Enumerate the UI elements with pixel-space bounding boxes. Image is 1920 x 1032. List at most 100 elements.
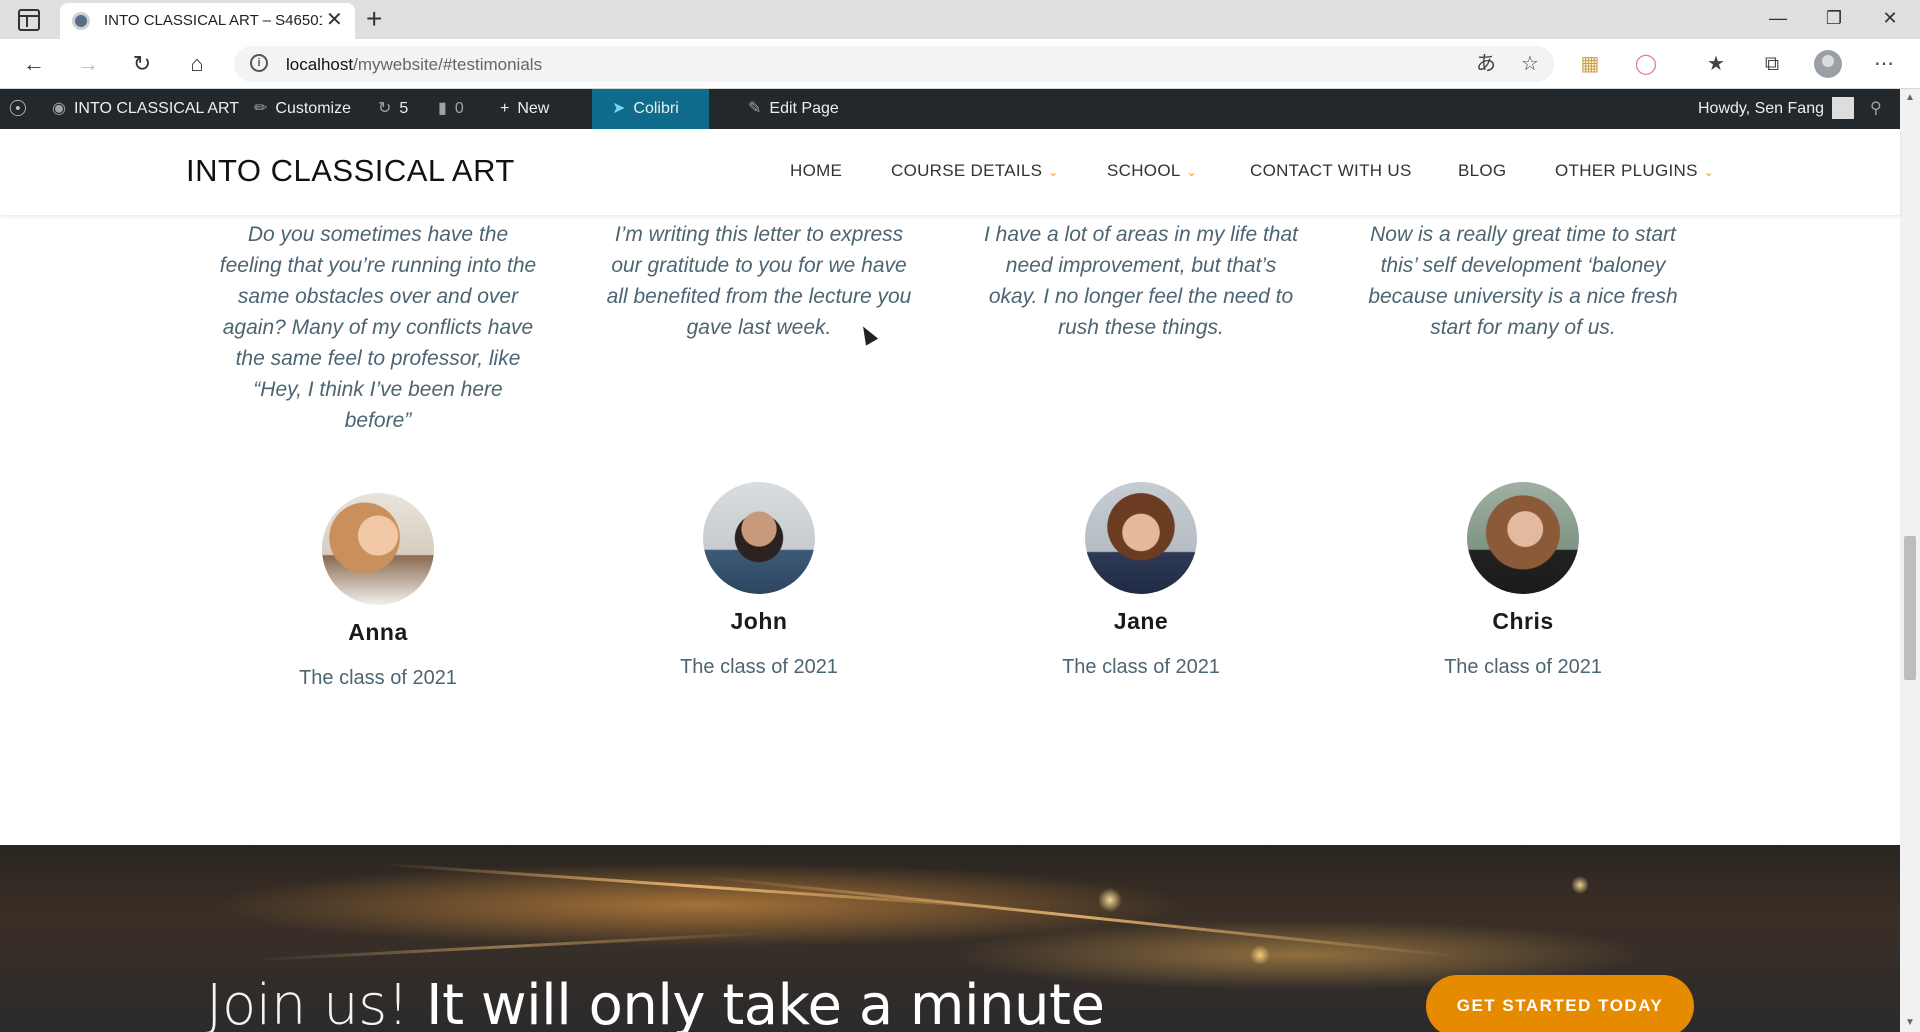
- wordpress-favicon-icon: [72, 12, 90, 30]
- avatar-anna: [322, 493, 434, 605]
- home-icon[interactable]: ⌂: [183, 50, 211, 78]
- colibri-bird-icon: ➤: [612, 100, 626, 117]
- menu-item-course-details[interactable]: COURSE DETAILS ⌄: [891, 161, 1059, 181]
- menu-item-home[interactable]: HOME: [790, 161, 842, 181]
- testimonial-quote: I’m writing this letter to express our g…: [606, 223, 912, 339]
- menu-item-label: CONTACT WITH US: [1250, 161, 1412, 180]
- favorite-add-icon[interactable]: ☆: [1516, 50, 1544, 78]
- admin-new[interactable]: + New: [500, 89, 549, 129]
- site-header: INTO CLASSICAL ART HOME COURSE DETAILS ⌄ …: [0, 129, 1900, 215]
- admin-site-name-label: INTO CLASSICAL ART: [73, 100, 240, 117]
- more-menu-icon[interactable]: ⋯: [1870, 50, 1898, 78]
- chevron-down-icon: ⌄: [1048, 165, 1059, 179]
- testimonial-class: The class of 2021: [680, 656, 838, 678]
- profile-avatar-icon[interactable]: [1814, 50, 1842, 78]
- url-path: /mywebsite/#testimonials: [353, 55, 543, 74]
- avatar-jane: [1085, 482, 1197, 594]
- menu-item-contact[interactable]: CONTACT WITH US: [1250, 161, 1412, 181]
- testimonial-quote: I have a lot of areas in my life that ne…: [984, 223, 1298, 339]
- admin-search-icon[interactable]: ⚲: [1870, 89, 1882, 129]
- browser-toolbar: ← → ↻ ⌂ i localhost/mywebsite/#testimoni…: [0, 39, 1920, 89]
- refresh-icon[interactable]: ↻: [128, 50, 156, 78]
- url-text[interactable]: localhost/mywebsite/#testimonials: [286, 55, 542, 75]
- testimonial-name: Jane: [1113, 608, 1169, 634]
- favorites-icon[interactable]: ★: [1702, 50, 1730, 78]
- address-bar[interactable]: i localhost/mywebsite/#testimonials: [234, 46, 1554, 82]
- tab-actions-icon[interactable]: [18, 9, 40, 31]
- url-host: localhost: [286, 55, 354, 74]
- admin-comments-count: 0: [454, 100, 464, 117]
- testimonial-class: The class of 2021: [1444, 656, 1602, 678]
- site-title[interactable]: INTO CLASSICAL ART: [186, 153, 515, 189]
- new-tab-button[interactable]: +: [366, 3, 382, 35]
- admin-howdy[interactable]: Howdy, Sen Fang: [1698, 89, 1854, 129]
- avatar-chris: [1467, 482, 1579, 594]
- admin-customize[interactable]: ✏ Customize: [254, 89, 351, 129]
- admin-updates-count: 5: [399, 100, 409, 117]
- close-window-icon[interactable]: ✕: [1870, 6, 1910, 30]
- menu-item-label: SCHOOL: [1107, 161, 1181, 180]
- join-banner: Join us! It will only take a minute GET …: [0, 845, 1900, 1032]
- dashboard-icon: ◉: [52, 100, 66, 117]
- plus-icon: +: [500, 100, 510, 117]
- avatar-john: [703, 482, 815, 594]
- menu-item-other-plugins[interactable]: OTHER PLUGINS ⌄: [1555, 161, 1714, 181]
- testimonial-name: John: [730, 608, 788, 634]
- menu-item-label: OTHER PLUGINS: [1555, 161, 1698, 180]
- brush-icon: ✏: [254, 100, 268, 117]
- restore-icon[interactable]: ❐: [1814, 6, 1854, 30]
- admin-edit-page[interactable]: ✎ Edit Page: [748, 89, 839, 129]
- admin-edit-page-label: Edit Page: [769, 100, 839, 117]
- extension-cat-icon[interactable]: ◯: [1632, 50, 1660, 78]
- back-icon[interactable]: ←: [20, 50, 48, 78]
- read-aloud-icon[interactable]: あ: [1472, 50, 1500, 78]
- forward-icon[interactable]: →: [74, 50, 102, 78]
- collections-icon[interactable]: ⧉: [1758, 50, 1786, 78]
- admin-new-label: New: [517, 100, 550, 117]
- join-heading: Join us! It will only take a minute: [206, 973, 1105, 1032]
- comment-icon: ▮: [438, 100, 447, 117]
- tab-title: INTO CLASSICAL ART – S465013: [104, 12, 322, 29]
- testimonial-class: The class of 2021: [1062, 656, 1220, 678]
- admin-howdy-label: Howdy, Sen Fang: [1698, 100, 1824, 117]
- tab-close-icon[interactable]: ✕: [326, 8, 343, 32]
- site-info-icon[interactable]: i: [250, 54, 268, 72]
- user-avatar: [1832, 96, 1854, 119]
- admin-site-name[interactable]: ◉ INTO CLASSICAL ART: [52, 89, 239, 129]
- page-scrollbar[interactable]: ▲ ▼: [1900, 89, 1920, 1032]
- extension-icon[interactable]: ▦: [1576, 50, 1604, 78]
- minimize-icon[interactable]: —: [1758, 6, 1798, 30]
- scroll-down-icon[interactable]: ▼: [1900, 1014, 1920, 1032]
- menu-item-label: HOME: [790, 161, 843, 180]
- testimonials-section: Do you sometimes have the feeling that y…: [0, 215, 1900, 845]
- join-heading-bold: It will only take a minute: [426, 973, 1105, 1032]
- wordpress-logo-icon[interactable]: ☉: [8, 89, 36, 129]
- wp-admin-bar: ☉ ◉ INTO CLASSICAL ART ✏ Customize ↻ 5 ▮ 0 +…: [0, 89, 1900, 129]
- updates-icon: ↻: [378, 100, 392, 117]
- admin-customize-label: Customize: [275, 100, 351, 117]
- chevron-down-icon: ⌄: [1186, 165, 1197, 179]
- testimonial-name: Chris: [1492, 608, 1554, 634]
- menu-item-label: COURSE DETAILS: [891, 161, 1043, 180]
- admin-colibri[interactable]: ➤ Colibri: [592, 89, 709, 129]
- scrollbar-thumb[interactable]: [1904, 536, 1916, 680]
- scroll-up-icon[interactable]: ▲: [1900, 89, 1920, 107]
- testimonial-class: The class of 2021: [299, 667, 457, 689]
- join-heading-light: Join us!: [206, 973, 427, 1032]
- admin-updates[interactable]: ↻ 5: [378, 89, 408, 129]
- browser-tab[interactable]: INTO CLASSICAL ART – S465013 ✕: [60, 3, 355, 39]
- admin-comments[interactable]: ▮ 0: [438, 89, 464, 129]
- light-streak: [250, 931, 770, 962]
- admin-colibri-label: Colibri: [633, 100, 679, 117]
- menu-item-school[interactable]: SCHOOL ⌄: [1107, 161, 1197, 181]
- testimonial-name: Anna: [348, 619, 408, 645]
- chevron-down-icon: ⌄: [1703, 165, 1715, 179]
- light-streak: [701, 875, 1459, 958]
- get-started-button[interactable]: GET STARTED TODAY: [1426, 975, 1694, 1032]
- menu-item-blog[interactable]: BLOG: [1458, 161, 1506, 181]
- browser-tab-strip: INTO CLASSICAL ART – S465013 ✕ + — ❐ ✕: [0, 0, 1920, 39]
- testimonial-quote: Now is a really great time to start this…: [1368, 223, 1678, 339]
- testimonial-quote: Do you sometimes have the feeling that y…: [219, 223, 537, 432]
- light-streak: [380, 862, 1020, 911]
- pencil-icon: ✎: [748, 100, 762, 117]
